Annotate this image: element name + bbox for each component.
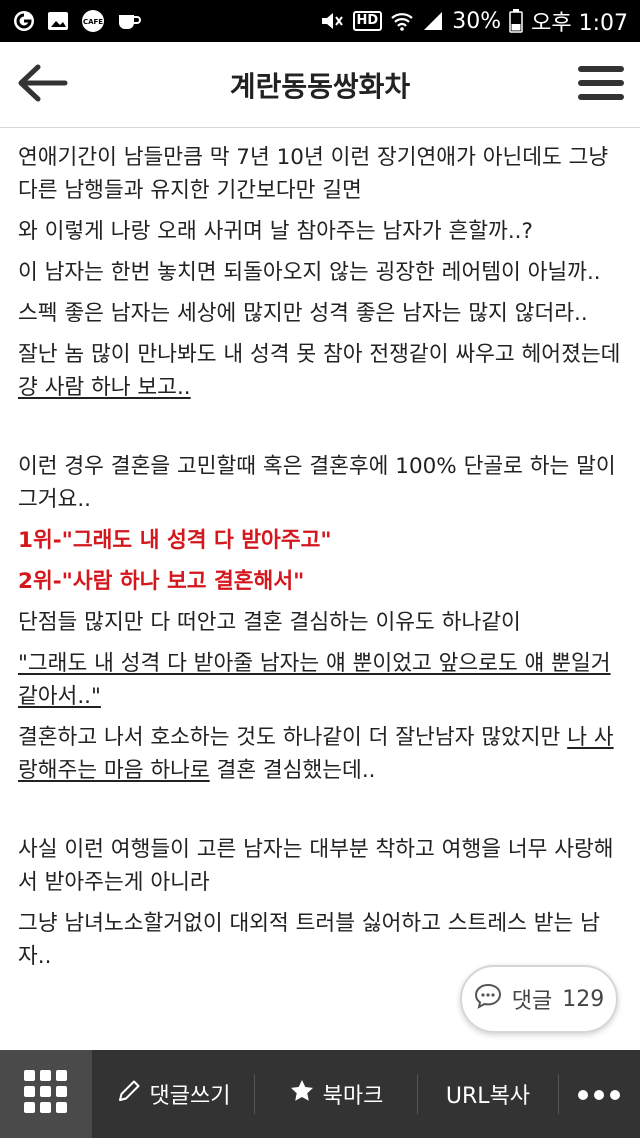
post-paragraph: 이 남자는 한번 놓치면 되돌아오지 않는 굉장한 레어템이 아닐까.. [18,260,601,285]
back-button[interactable] [14,60,70,110]
gallery-icon [46,10,70,32]
hamburger-menu-icon [578,64,624,106]
grid-icon [24,1070,68,1118]
pencil-icon [116,1078,142,1110]
highlight-rank-1: 1위-"그래도 내 성격 다 받아주고" [18,528,332,553]
cafe-icon: CAFE [80,9,106,33]
post-paragraph: 잘난 놈 많이 만나봐도 내 성격 못 참아 전쟁같이 싸우고 헤어졌는데 걍 … [18,338,622,404]
app-g-icon [12,9,36,33]
paragraph-text: 결혼 결심했는데.. [209,758,376,783]
post-paragraph: 그냥 남녀노소할거없이 대외적 트러블 싫어하고 스트레스 받는 남자.. [18,911,600,969]
comment-bubble-icon [474,983,502,1015]
back-arrow-icon [16,63,68,107]
bookmark-button[interactable]: 북마크 [255,1050,417,1138]
more-button[interactable] [559,1050,639,1138]
paragraph-text: 결혼하고 나서 호소하는 것도 하나같이 더 잘난남자 많았지만 [18,725,568,750]
grid-menu-button[interactable] [0,1050,92,1138]
underlined-quote: "그래도 내 성격 다 받아줄 남자는 얘 뿐이었고 앞으로도 얘 뿐일거같아서… [18,651,611,709]
bottom-toolbar: 댓글쓰기 북마크 URL복사 [0,1050,640,1138]
status-bar: CAFE HD 30% 오후 1:07 [0,0,640,42]
write-comment-label: 댓글쓰기 [149,1084,231,1109]
more-dots-icon [577,1082,621,1107]
menu-button[interactable] [576,62,626,108]
copy-url-label: URL복사 [445,1084,531,1109]
star-icon [289,1078,315,1110]
mute-icon [319,10,345,32]
page-title: 계란동동쌍화차 [229,69,411,103]
battery-icon [509,9,523,33]
svg-text:CAFE: CAFE [83,18,103,26]
post-paragraph: 사실 이런 여행들이 고른 남자는 대부분 착하고 여행을 너무 사랑해서 받아… [18,837,614,895]
copy-url-button[interactable]: URL복사 [418,1050,558,1138]
post-paragraph: 결혼하고 나서 호소하는 것도 하나같이 더 잘난남자 많았지만 나 사랑해주는… [18,721,622,787]
highlight-rank-2: 2위-"사람 하나 보고 결혼해서" [18,569,305,594]
post-paragraph: 연애기간이 남들만큼 막 7년 10년 이런 장기연애가 아닌데도 그냥 다른 … [18,145,609,203]
post-body: 연애기간이 남들만큼 막 7년 10년 이런 장기연애가 아닌데도 그냥 다른 … [18,128,622,1050]
paragraph-text: 잘난 놈 많이 만나봐도 내 성격 못 참아 전쟁같이 싸우고 헤어졌는데 [18,342,621,367]
comment-count-button[interactable]: 댓글 129 [460,965,618,1033]
wifi-icon [390,10,414,32]
post-paragraph: 스펙 좋은 남자는 세상에 많지만 성격 좋은 남자는 많지 않더라.. [18,301,588,326]
write-comment-button[interactable]: 댓글쓰기 [92,1050,254,1138]
app-header: 계란동동쌍화차 [0,42,640,128]
hd-badge: HD [352,11,383,31]
underlined-text: 걍 사람 하나 보고.. [18,375,191,400]
battery-percent: 30% [452,8,502,34]
cup-icon [116,10,142,32]
bookmark-label: 북마크 [322,1084,384,1109]
post-paragraph: 단점들 많지만 다 떠안고 결혼 결심하는 이유도 하나같이 [18,610,521,635]
clock: 오후 1:07 [531,11,628,36]
signal-icon [422,10,444,32]
comment-count: 129 [562,986,605,1012]
post-paragraph: 이런 경우 결혼을 고민할때 혹은 결혼후에 100% 단골로 하는 말이 그거… [18,454,616,512]
comment-label: 댓글 [511,989,553,1014]
post-paragraph: 와 이렇게 나랑 오래 사귀며 날 참아주는 남자가 흔할까..? [18,219,533,244]
